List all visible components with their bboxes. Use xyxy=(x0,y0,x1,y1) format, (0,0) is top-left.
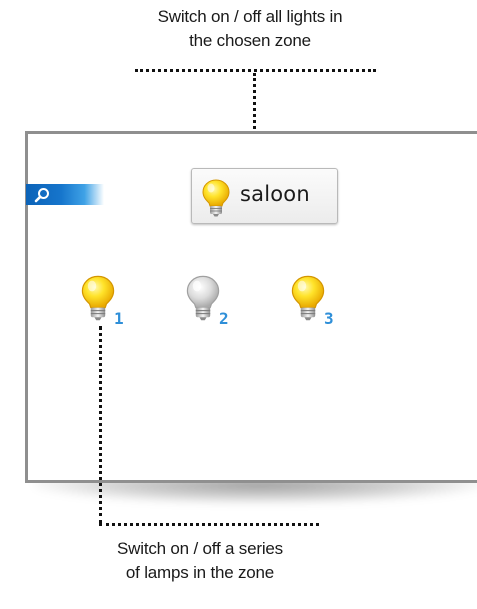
leader-line-top xyxy=(135,69,376,72)
caption-line: Switch on / off a series xyxy=(117,539,283,558)
lightbulb-off-icon xyxy=(186,275,220,321)
caption-line: the chosen zone xyxy=(189,31,311,50)
caption-line: Switch on / off all lights in xyxy=(157,7,343,26)
caption-lamp-series: Switch on / off a series of lamps in the… xyxy=(70,537,330,585)
lightbulb-on-icon xyxy=(81,275,115,321)
magnifier-icon xyxy=(34,188,49,203)
lightbulb-on-icon xyxy=(291,275,325,321)
caption-line: of lamps in the zone xyxy=(125,563,275,582)
search-bar[interactable] xyxy=(26,184,104,205)
lamp-number: 2 xyxy=(219,309,229,328)
leader-line-bottom-vertical xyxy=(99,326,102,524)
lightbulb-on-icon xyxy=(202,179,230,217)
lamp-toggle-3[interactable]: 3 xyxy=(290,273,340,333)
lamp-number: 1 xyxy=(114,309,124,328)
lamp-toggle-1[interactable]: 1 xyxy=(80,273,130,333)
leader-line-bottom xyxy=(99,523,319,526)
lamp-number: 3 xyxy=(324,309,334,328)
lamp-toggle-2[interactable]: 2 xyxy=(185,273,235,333)
zone-label: saloon xyxy=(240,182,310,206)
zone-button-saloon[interactable]: saloon xyxy=(191,168,338,224)
caption-zone-switch: Switch on / off all lights in the chosen… xyxy=(100,5,400,53)
